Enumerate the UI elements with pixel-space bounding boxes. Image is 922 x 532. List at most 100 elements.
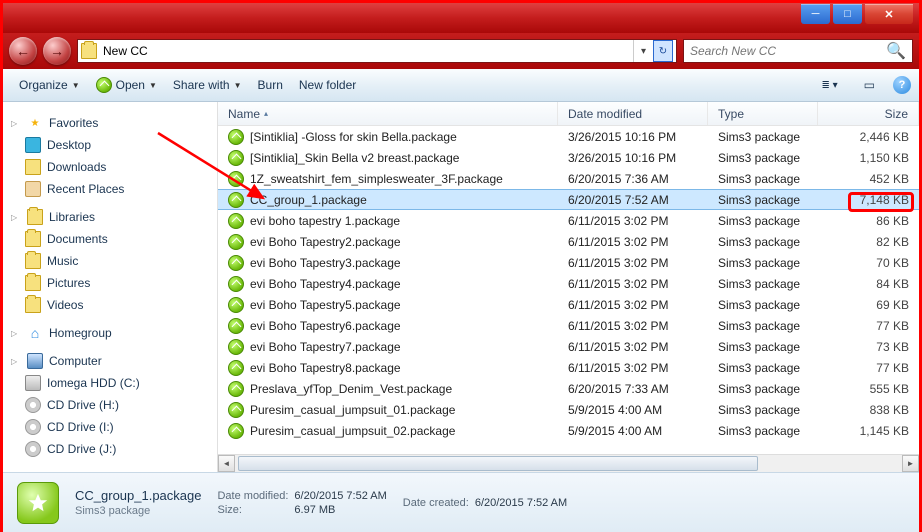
- search-icon: 🔍: [886, 41, 906, 61]
- scroll-left-button[interactable]: ◄: [218, 455, 235, 472]
- sidebar-item-drive-h[interactable]: CD Drive (H:): [3, 394, 217, 416]
- file-date: 6/11/2015 3:02 PM: [558, 214, 708, 228]
- refresh-button[interactable]: ↻: [653, 40, 673, 62]
- cd-icon: [25, 419, 41, 435]
- file-type: Sims3 package: [708, 403, 818, 417]
- file-row[interactable]: Puresim_casual_jumpsuit_01.package5/9/20…: [218, 399, 919, 420]
- file-row[interactable]: [Sintiklia]_Skin Bella v2 breast.package…: [218, 147, 919, 168]
- file-row[interactable]: evi Boho Tapestry7.package6/11/2015 3:02…: [218, 336, 919, 357]
- open-menu[interactable]: Open▼: [88, 73, 165, 97]
- address-folder-name: New CC: [103, 44, 148, 58]
- help-button[interactable]: ?: [893, 76, 911, 94]
- navigation-bar: ← → New CC ▾ ↻ 🔍: [3, 33, 919, 69]
- column-header-size[interactable]: Size: [818, 102, 919, 125]
- file-list[interactable]: [Sintiklia] -Gloss for skin Bella.packag…: [218, 126, 919, 454]
- details-modified-label: Date modified:: [217, 490, 288, 502]
- file-size: 86 KB: [818, 214, 919, 228]
- file-row[interactable]: [Sintiklia] -Gloss for skin Bella.packag…: [218, 126, 919, 147]
- preview-pane-button[interactable]: ▭: [856, 74, 883, 96]
- sidebar-item-music[interactable]: Music: [3, 250, 217, 272]
- details-size-value: 6.97 MB: [294, 504, 386, 516]
- documents-icon: [25, 231, 41, 247]
- burn-button[interactable]: Burn: [250, 74, 291, 96]
- sidebar-item-documents[interactable]: Documents: [3, 228, 217, 250]
- favorites-group[interactable]: ▷★Favorites: [3, 112, 217, 134]
- file-row[interactable]: evi boho tapestry 1.package 6/11/2015 3:0…: [218, 210, 919, 231]
- organize-menu[interactable]: Organize▼: [11, 74, 88, 96]
- maximize-button[interactable]: □: [833, 4, 862, 24]
- address-bar[interactable]: New CC ▾ ↻: [77, 39, 677, 63]
- details-filetype: Sims3 package: [75, 505, 201, 517]
- close-button[interactable]: ✕: [865, 4, 913, 24]
- file-size: 452 KB: [818, 172, 919, 186]
- sidebar-item-downloads[interactable]: Downloads: [3, 156, 217, 178]
- sidebar-item-videos[interactable]: Videos: [3, 294, 217, 316]
- file-row[interactable]: Preslava_yfTop_Denim_Vest.package 6/20/20…: [218, 378, 919, 399]
- recent-places-icon: [25, 181, 41, 197]
- column-header-date[interactable]: Date modified: [558, 102, 708, 125]
- file-name: Preslava_yfTop_Denim_Vest.package: [250, 382, 452, 396]
- file-row[interactable]: Puresim_casual_jumpsuit_02.package5/9/20…: [218, 420, 919, 441]
- file-name: evi Boho Tapestry3.package: [250, 256, 401, 270]
- column-header-name[interactable]: Name▴: [218, 102, 558, 125]
- file-name: evi Boho Tapestry6.package: [250, 319, 401, 333]
- file-row[interactable]: evi Boho Tapestry6.package6/11/2015 3:02…: [218, 315, 919, 336]
- file-type: Sims3 package: [708, 172, 818, 186]
- navigation-pane[interactable]: ▷★Favorites Desktop Downloads Recent Pla…: [3, 102, 218, 472]
- file-row[interactable]: 1Z_sweatshirt_fem_simplesweater_3F.packa…: [218, 168, 919, 189]
- file-row[interactable]: evi Boho Tapestry2.package6/11/2015 3:02…: [218, 231, 919, 252]
- sidebar-item-drive-j[interactable]: CD Drive (J:): [3, 438, 217, 460]
- file-type: Sims3 package: [708, 319, 818, 333]
- cd-icon: [25, 397, 41, 413]
- file-type: Sims3 package: [708, 277, 818, 291]
- command-toolbar: Organize▼ Open▼ Share with▼ Burn New fol…: [3, 69, 919, 102]
- file-date: 6/11/2015 3:02 PM: [558, 298, 708, 312]
- sims3-package-icon: [228, 129, 244, 145]
- new-folder-button[interactable]: New folder: [291, 74, 364, 96]
- computer-group[interactable]: ▷Computer: [3, 350, 217, 372]
- sidebar-item-pictures[interactable]: Pictures: [3, 272, 217, 294]
- file-size: 69 KB: [818, 298, 919, 312]
- libraries-group[interactable]: ▷Libraries: [3, 206, 217, 228]
- file-date: 6/20/2015 7:33 AM: [558, 382, 708, 396]
- sidebar-item-desktop[interactable]: Desktop: [3, 134, 217, 156]
- share-with-menu[interactable]: Share with▼: [165, 74, 250, 96]
- sidebar-item-drive-c[interactable]: Iomega HDD (C:): [3, 372, 217, 394]
- sims3-package-icon: [228, 150, 244, 166]
- minimize-button[interactable]: ─: [801, 4, 830, 24]
- back-button[interactable]: ←: [9, 37, 37, 65]
- file-size: 838 KB: [818, 403, 919, 417]
- star-icon: ★: [27, 115, 43, 131]
- view-options-button[interactable]: ≣ ▾: [813, 76, 845, 95]
- file-size: 77 KB: [818, 361, 919, 375]
- details-filename: CC_group_1.package: [75, 488, 201, 503]
- file-date: 6/20/2015 7:36 AM: [558, 172, 708, 186]
- file-size: 73 KB: [818, 340, 919, 354]
- forward-button[interactable]: →: [43, 37, 71, 65]
- horizontal-scrollbar[interactable]: ◄ ►: [218, 454, 919, 472]
- file-name: evi boho tapestry 1.package: [250, 214, 400, 228]
- homegroup-group[interactable]: ▷⌂Homegroup: [3, 322, 217, 344]
- file-name: evi Boho Tapestry2.package: [250, 235, 401, 249]
- scroll-right-button[interactable]: ►: [902, 455, 919, 472]
- column-header-type[interactable]: Type: [708, 102, 818, 125]
- downloads-icon: [25, 159, 41, 175]
- sidebar-item-recent-places[interactable]: Recent Places: [3, 178, 217, 200]
- sidebar-item-drive-i[interactable]: CD Drive (I:): [3, 416, 217, 438]
- search-input[interactable]: [690, 44, 886, 58]
- file-row[interactable]: evi Boho Tapestry3.package6/11/2015 3:02…: [218, 252, 919, 273]
- file-name: evi Boho Tapestry5.package: [250, 298, 401, 312]
- sims3-package-icon: [228, 255, 244, 271]
- file-size: 70 KB: [818, 256, 919, 270]
- scrollbar-thumb[interactable]: [238, 456, 758, 471]
- file-date: 3/26/2015 10:16 PM: [558, 130, 708, 144]
- file-row[interactable]: CC_group_1.package6/20/2015 7:52 AMSims3…: [218, 189, 919, 210]
- sims3-package-icon: [228, 276, 244, 292]
- address-history-dropdown[interactable]: ▾: [633, 40, 653, 62]
- file-size: 82 KB: [818, 235, 919, 249]
- search-box[interactable]: 🔍: [683, 39, 913, 63]
- file-row[interactable]: evi Boho Tapestry5.package 6/11/2015 3:02…: [218, 294, 919, 315]
- file-type-icon-large: [17, 482, 59, 524]
- file-row[interactable]: evi Boho Tapestry4.package6/11/2015 3:02…: [218, 273, 919, 294]
- file-row[interactable]: evi Boho Tapestry8.package6/11/2015 3:02…: [218, 357, 919, 378]
